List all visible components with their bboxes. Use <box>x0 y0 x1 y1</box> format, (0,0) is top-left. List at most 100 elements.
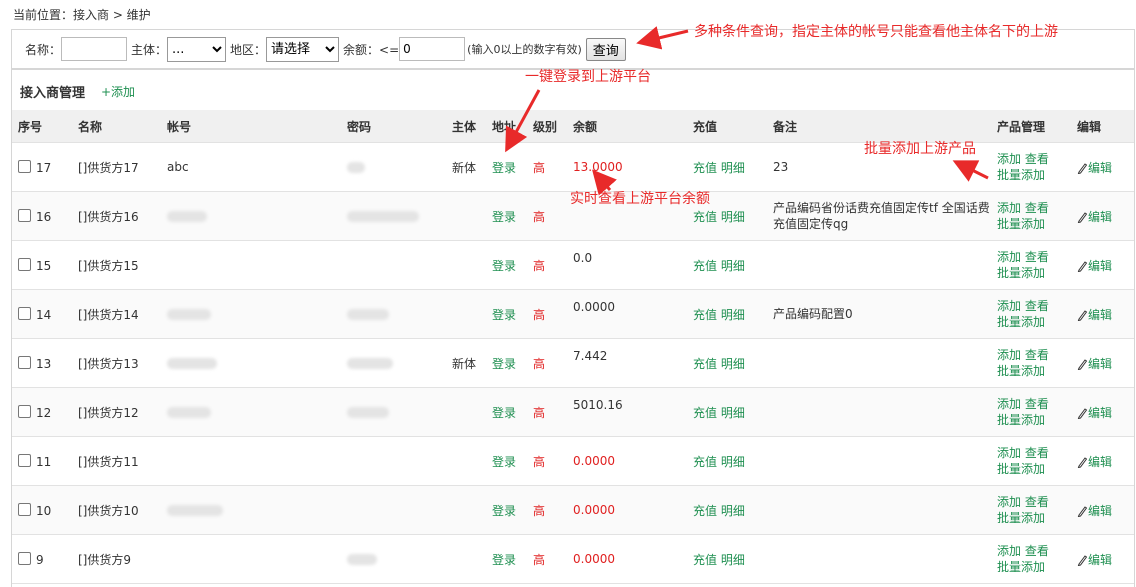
row-id: 17 <box>36 160 52 175</box>
recharge-link[interactable]: 充值 <box>693 259 717 273</box>
edit-link[interactable]: 编辑 <box>1088 259 1112 273</box>
detail-link[interactable]: 明细 <box>721 553 745 567</box>
recharge-link[interactable]: 充值 <box>693 308 717 322</box>
edit-link[interactable]: 编辑 <box>1088 210 1112 224</box>
product-add-link[interactable]: 添加 <box>997 348 1021 362</box>
login-link[interactable]: 登录 <box>492 504 516 518</box>
product-add-link[interactable]: 添加 <box>997 201 1021 215</box>
masked-account <box>167 211 207 222</box>
edit-link[interactable]: 编辑 <box>1088 406 1112 420</box>
level-cell: 高 <box>533 503 546 518</box>
subject-select[interactable]: ... <box>167 36 227 62</box>
masked-password <box>347 211 419 222</box>
note-cell: 产品编码配置0 <box>767 289 991 339</box>
product-view-link[interactable]: 查看 <box>1025 152 1049 166</box>
subject-cell <box>446 387 486 437</box>
add-provider-link[interactable]: +添加 <box>101 83 135 100</box>
edit-link[interactable]: 编辑 <box>1088 308 1112 322</box>
batch-add-link[interactable]: 批量添加 <box>997 266 1045 280</box>
batch-add-link[interactable]: 批量添加 <box>997 413 1045 427</box>
edit-link[interactable]: 编辑 <box>1088 504 1112 518</box>
product-add-link[interactable]: 添加 <box>997 544 1021 558</box>
edit-link[interactable]: 编辑 <box>1088 553 1112 567</box>
login-link[interactable]: 登录 <box>492 308 516 322</box>
region-select[interactable]: 请选择 <box>266 36 340 62</box>
product-add-link[interactable]: 添加 <box>997 397 1021 411</box>
product-view-link[interactable]: 查看 <box>1025 495 1049 509</box>
row-checkbox[interactable] <box>18 355 31 369</box>
subject-cell <box>446 191 486 241</box>
detail-link[interactable]: 明细 <box>721 308 745 322</box>
row-checkbox[interactable] <box>18 159 31 173</box>
edit-link[interactable]: 编辑 <box>1088 455 1112 469</box>
col-header: 名称 <box>72 110 161 143</box>
col-header: 密码 <box>341 110 446 143</box>
balance-input[interactable] <box>399 37 466 61</box>
login-link[interactable]: 登录 <box>492 259 516 273</box>
subject-cell <box>446 436 486 486</box>
detail-link[interactable]: 明细 <box>721 406 745 420</box>
table-row: 9 []供货方9 登录 高 0.0000 充值 明细 添加 查看 批量添加 编辑 <box>12 534 1134 584</box>
row-checkbox[interactable] <box>18 257 31 271</box>
edit-link[interactable]: 编辑 <box>1088 357 1112 371</box>
provider-name: []供货方11 <box>72 436 161 486</box>
product-add-link[interactable]: 添加 <box>997 299 1021 313</box>
product-add-link[interactable]: 添加 <box>997 495 1021 509</box>
product-view-link[interactable]: 查看 <box>1025 446 1049 460</box>
product-view-link[interactable]: 查看 <box>1025 397 1049 411</box>
batch-add-link[interactable]: 批量添加 <box>997 462 1045 476</box>
note-cell <box>767 534 991 584</box>
recharge-link[interactable]: 充值 <box>693 357 717 371</box>
row-checkbox[interactable] <box>18 502 31 516</box>
row-id: 16 <box>36 209 52 224</box>
batch-add-link[interactable]: 批量添加 <box>997 511 1045 525</box>
name-input[interactable] <box>61 37 128 61</box>
login-link[interactable]: 登录 <box>492 455 516 469</box>
recharge-link[interactable]: 充值 <box>693 210 717 224</box>
row-id: 14 <box>36 307 52 322</box>
row-checkbox[interactable] <box>18 453 31 467</box>
product-view-link[interactable]: 查看 <box>1025 299 1049 313</box>
detail-link[interactable]: 明细 <box>721 455 745 469</box>
batch-add-link[interactable]: 批量添加 <box>997 217 1045 231</box>
login-link[interactable]: 登录 <box>492 357 516 371</box>
product-view-link[interactable]: 查看 <box>1025 250 1049 264</box>
recharge-link[interactable]: 充值 <box>693 406 717 420</box>
login-link[interactable]: 登录 <box>492 553 516 567</box>
detail-link[interactable]: 明细 <box>721 357 745 371</box>
row-checkbox[interactable] <box>18 404 31 418</box>
row-checkbox[interactable] <box>18 306 31 320</box>
balance-hint: (输入0以上的数字有效) <box>467 43 582 56</box>
row-checkbox[interactable] <box>18 551 31 565</box>
batch-add-link[interactable]: 批量添加 <box>997 560 1045 574</box>
product-view-link[interactable]: 查看 <box>1025 348 1049 362</box>
product-view-link[interactable]: 查看 <box>1025 544 1049 558</box>
provider-name: []供货方17 <box>72 142 161 192</box>
product-add-link[interactable]: 添加 <box>997 446 1021 460</box>
recharge-link[interactable]: 充值 <box>693 504 717 518</box>
login-link[interactable]: 登录 <box>492 406 516 420</box>
recharge-link[interactable]: 充值 <box>693 161 717 175</box>
recharge-link[interactable]: 充值 <box>693 553 717 567</box>
name-label: 名称： <box>25 42 62 57</box>
subject-cell <box>446 485 486 535</box>
batch-add-link[interactable]: 批量添加 <box>997 315 1045 329</box>
login-link[interactable]: 登录 <box>492 210 516 224</box>
product-view-link[interactable]: 查看 <box>1025 201 1049 215</box>
detail-link[interactable]: 明细 <box>721 210 745 224</box>
edit-icon <box>1077 406 1088 420</box>
detail-link[interactable]: 明细 <box>721 504 745 518</box>
login-link[interactable]: 登录 <box>492 161 516 175</box>
edit-link[interactable]: 编辑 <box>1088 161 1112 175</box>
batch-add-link[interactable]: 批量添加 <box>997 364 1045 378</box>
product-add-link[interactable]: 添加 <box>997 152 1021 166</box>
query-button[interactable]: 查询 <box>585 37 626 61</box>
product-add-link[interactable]: 添加 <box>997 250 1021 264</box>
row-checkbox[interactable] <box>18 208 31 222</box>
table-row: 15 []供货方15 登录 高 0.0 充值 明细 添加 查看 批量添加 编辑 <box>12 240 1134 290</box>
col-header: 帐号 <box>161 110 341 143</box>
detail-link[interactable]: 明细 <box>721 259 745 273</box>
recharge-link[interactable]: 充值 <box>693 455 717 469</box>
batch-add-link[interactable]: 批量添加 <box>997 168 1045 182</box>
detail-link[interactable]: 明细 <box>721 161 745 175</box>
